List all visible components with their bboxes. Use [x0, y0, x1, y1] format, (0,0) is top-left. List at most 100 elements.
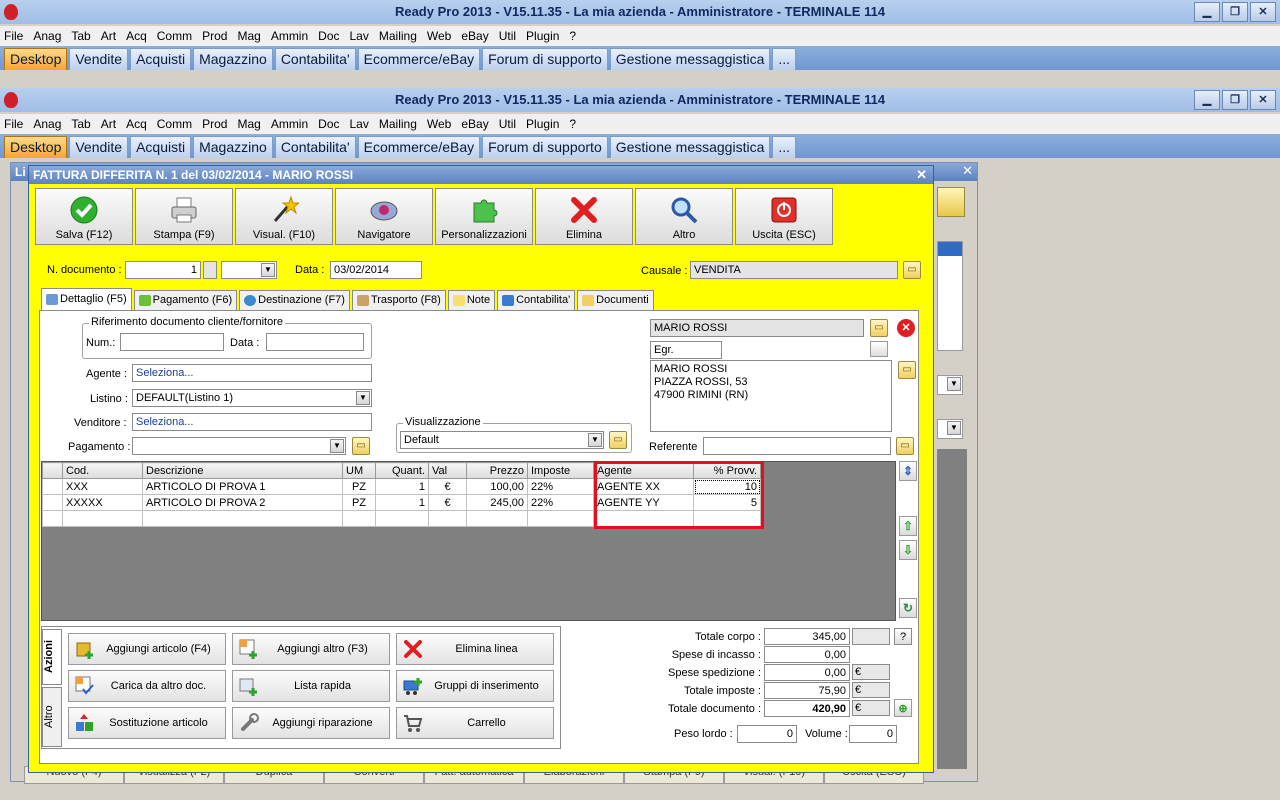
cliente-remove-icon[interactable]: ✕	[897, 319, 915, 337]
tab-acquisti[interactable]: Acquisti	[130, 48, 192, 70]
subtab-trasporto[interactable]: Trasporto (F8)	[351, 290, 446, 310]
menu-help[interactable]: ?	[569, 117, 576, 131]
aggiungi-articolo-button[interactable]: Aggiungi articolo (F4)	[68, 633, 226, 665]
tab-ecommerce[interactable]: Ecommerce/eBay	[357, 48, 481, 70]
tab-vendite[interactable]: Vendite	[69, 136, 129, 158]
aggiungi-altro-button[interactable]: Aggiungi altro (F3)	[232, 633, 390, 665]
menu-ebay[interactable]: eBay	[461, 29, 488, 43]
menu-acq[interactable]: Acq	[126, 117, 147, 131]
pagamento-folder-icon[interactable]: ▭	[352, 437, 370, 455]
subtab-documenti[interactable]: Documenti	[577, 290, 654, 310]
refresh-icon[interactable]: ↻	[899, 598, 917, 618]
referente-folder-icon[interactable]: ▭	[896, 437, 914, 455]
tab-forum[interactable]: Forum di supporto	[482, 136, 608, 158]
zoom-plus-icon[interactable]: ⊕	[894, 699, 912, 717]
cliente-folder-icon[interactable]: ▭	[870, 319, 888, 337]
menu-plugin[interactable]: Plugin	[526, 29, 559, 43]
referente-input[interactable]	[703, 437, 891, 455]
spese-incasso-value[interactable]: 0,00	[764, 646, 850, 663]
contacts-icon[interactable]	[937, 187, 965, 217]
subtab-contabilita[interactable]: Contabilita'	[497, 290, 576, 310]
menu-util[interactable]: Util	[499, 117, 516, 131]
row-selector[interactable]	[42, 478, 63, 495]
cliente-title-field[interactable]: Egr.	[650, 341, 722, 359]
help-button[interactable]: ?	[894, 628, 912, 645]
background-combo-2[interactable]: ▼	[937, 419, 963, 439]
tab-more[interactable]: ...	[772, 48, 797, 70]
subtab-destinazione[interactable]: Destinazione (F7)	[239, 290, 350, 310]
dialog-close-icon[interactable]: ✕	[916, 166, 927, 184]
tab-forum[interactable]: Forum di supporto	[482, 48, 608, 70]
tab-desktop[interactable]: Desktop	[4, 48, 68, 70]
tab-vendite[interactable]: Vendite	[69, 48, 129, 70]
ndoc-suffix[interactable]	[203, 261, 217, 279]
cell-imposte[interactable]: 22%	[527, 494, 594, 511]
spese-spedizione-value[interactable]: 0,00	[764, 664, 850, 681]
col-imposte[interactable]: Imposte	[527, 462, 594, 479]
vtab-altro[interactable]: Altro	[42, 687, 62, 747]
elimina-linea-button[interactable]: Elimina linea	[396, 633, 554, 665]
menu-comm[interactable]: Comm	[157, 29, 192, 43]
tab-magazzino[interactable]: Magazzino	[193, 48, 273, 70]
tab-more[interactable]: ...	[772, 136, 797, 158]
visual-button[interactable]: Visual. (F10)	[235, 188, 333, 245]
menu-web[interactable]: Web	[427, 117, 451, 131]
row-selector[interactable]	[42, 494, 63, 511]
menu-web[interactable]: Web	[427, 29, 451, 43]
peso-lordo-input[interactable]: 0	[737, 725, 797, 743]
menu-acq[interactable]: Acq	[126, 29, 147, 43]
cell-um[interactable]: PZ	[342, 494, 376, 511]
num-input[interactable]	[120, 333, 224, 351]
carica-altro-doc-button[interactable]: Carica da altro doc.	[68, 670, 226, 702]
minimize-button[interactable]: ▁	[1194, 90, 1220, 110]
visualizzazione-folder-icon[interactable]: ▭	[609, 431, 627, 449]
close-button[interactable]: ✕	[1250, 2, 1276, 22]
menu-file[interactable]: File	[4, 117, 23, 131]
minimize-button[interactable]: ▁	[1194, 2, 1220, 22]
cell-cod[interactable]: XXXXX	[62, 494, 143, 511]
cell-descrizione[interactable]: ARTICOLO DI PROVA 1	[142, 478, 343, 495]
menu-doc[interactable]: Doc	[318, 29, 339, 43]
col-prezzo[interactable]: Prezzo	[466, 462, 528, 479]
maximize-button[interactable]: ❐	[1222, 90, 1248, 110]
cell-prezzo[interactable]: 245,00	[466, 494, 528, 511]
menu-help[interactable]: ?	[569, 29, 576, 43]
uscita-button[interactable]: Uscita (ESC)	[735, 188, 833, 245]
aggiungi-riparazione-button[interactable]: Aggiungi riparazione	[232, 707, 390, 739]
menu-prod[interactable]: Prod	[202, 29, 227, 43]
agente-select[interactable]: Seleziona...	[132, 364, 372, 382]
subtab-note[interactable]: Note	[447, 290, 496, 310]
subtab-dettaglio[interactable]: Dettaglio (F5)	[41, 288, 132, 310]
pagamento-select[interactable]: ▼	[132, 437, 346, 455]
col-cod[interactable]: Cod.	[62, 462, 143, 479]
menu-comm[interactable]: Comm	[157, 117, 192, 131]
menu-mag[interactable]: Mag	[237, 29, 260, 43]
col-val[interactable]: Val	[428, 462, 467, 479]
maximize-button[interactable]: ❐	[1222, 2, 1248, 22]
sostituzione-articolo-button[interactable]: Sostituzione articolo	[68, 707, 226, 739]
menu-ebay[interactable]: eBay	[461, 117, 488, 131]
address-folder-icon[interactable]: ▭	[898, 361, 916, 379]
tab-ecommerce[interactable]: Ecommerce/eBay	[357, 136, 481, 158]
tab-contabilita[interactable]: Contabilita'	[274, 136, 356, 158]
cell-val[interactable]: €	[428, 494, 467, 511]
move-up-icon[interactable]: ⇧	[899, 516, 917, 536]
cliente-address[interactable]: MARIO ROSSI PIAZZA ROSSI, 53 47900 RIMIN…	[650, 360, 892, 432]
tab-acquisti[interactable]: Acquisti	[130, 136, 192, 158]
menu-doc[interactable]: Doc	[318, 117, 339, 131]
menu-anag[interactable]: Anag	[33, 29, 61, 43]
lista-rapida-button[interactable]: Lista rapida	[232, 670, 390, 702]
cliente-name-field[interactable]: MARIO ROSSI	[650, 319, 864, 337]
menu-mag[interactable]: Mag	[237, 117, 260, 131]
cell-imposte[interactable]: 22%	[527, 478, 594, 495]
personalizzazioni-button[interactable]: Personalizzazioni	[435, 188, 533, 245]
gruppi-inserimento-button[interactable]: Gruppi di inserimento	[396, 670, 554, 702]
tab-contabilita[interactable]: Contabilita'	[274, 48, 356, 70]
altro-button[interactable]: Altro	[635, 188, 733, 245]
menu-tab[interactable]: Tab	[71, 29, 90, 43]
menu-lav[interactable]: Lav	[350, 29, 369, 43]
col-descrizione[interactable]: Descrizione	[142, 462, 343, 479]
vtab-azioni[interactable]: Azioni	[42, 629, 62, 685]
menu-ammin[interactable]: Ammin	[271, 117, 308, 131]
cell-cod[interactable]: XXX	[62, 478, 143, 495]
